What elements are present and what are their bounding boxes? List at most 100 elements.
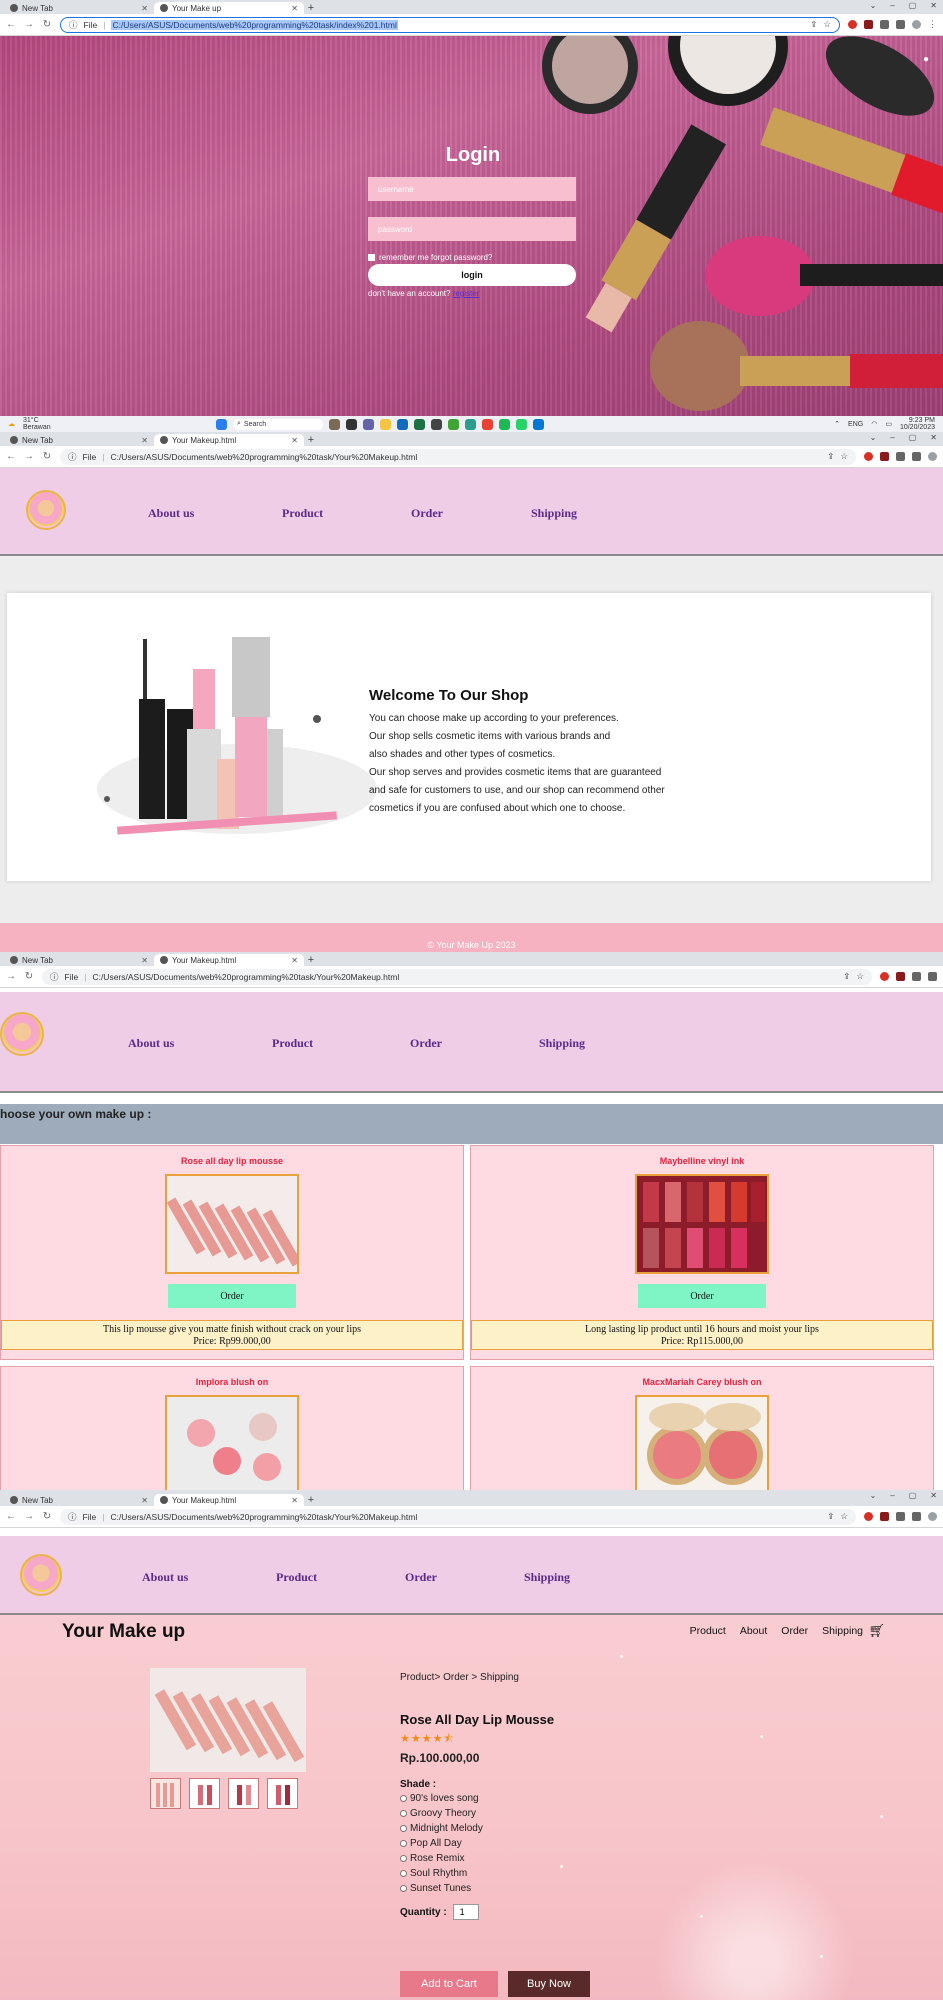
radio-button[interactable] bbox=[400, 1840, 407, 1847]
topnav-shipping[interactable]: Shipping bbox=[822, 1625, 863, 1637]
new-tab-button[interactable]: + bbox=[304, 434, 318, 446]
sidepanel-icon[interactable] bbox=[928, 972, 937, 981]
app-icon[interactable] bbox=[431, 418, 442, 430]
url-field[interactable]: ⓘ File | C:/Users/ASUS/Documents/web%20p… bbox=[60, 448, 856, 465]
reload-icon[interactable]: ↻ bbox=[24, 971, 34, 982]
back-icon[interactable]: ← bbox=[6, 1511, 16, 1522]
remember-checkbox[interactable] bbox=[368, 254, 375, 261]
folder-icon[interactable] bbox=[380, 418, 391, 430]
share-icon[interactable]: ⇪ bbox=[810, 19, 817, 30]
shield-icon[interactable] bbox=[880, 452, 889, 461]
shop-logo[interactable] bbox=[26, 490, 66, 530]
minimize-icon[interactable]: – bbox=[890, 1491, 894, 1500]
shade-option[interactable]: Soul Rhythm bbox=[400, 1866, 483, 1881]
order-button[interactable]: Order bbox=[638, 1284, 766, 1308]
shade-option[interactable]: Rose Remix bbox=[400, 1851, 483, 1866]
tab-new[interactable]: New Tab ✕ bbox=[4, 1494, 154, 1506]
shop-logo[interactable] bbox=[20, 1554, 62, 1596]
shop-logo[interactable] bbox=[0, 1012, 44, 1056]
shield-icon[interactable] bbox=[864, 20, 873, 29]
maximize-icon[interactable]: ▢ bbox=[909, 433, 917, 442]
forward-icon[interactable]: → bbox=[6, 971, 16, 982]
maximize-icon[interactable]: ▢ bbox=[909, 1, 917, 10]
minimize-icon[interactable]: – bbox=[890, 1, 894, 10]
shade-option[interactable]: Sunset Tunes bbox=[400, 1881, 483, 1896]
app-icon[interactable] bbox=[397, 418, 408, 430]
nav-about-us[interactable]: About us bbox=[142, 1570, 188, 1585]
reload-icon[interactable]: ↻ bbox=[42, 19, 52, 30]
url-field[interactable]: ⓘ File | C:/Users/ASUS/Documents/web%20p… bbox=[42, 968, 872, 985]
nav-order[interactable]: Order bbox=[410, 1036, 442, 1051]
extension-icon[interactable] bbox=[848, 20, 857, 29]
battery-icon[interactable]: ▭ bbox=[885, 420, 892, 428]
nav-about-us[interactable]: About us bbox=[128, 1036, 174, 1051]
topnav-about[interactable]: About bbox=[740, 1625, 767, 1637]
nav-product[interactable]: Product bbox=[272, 1036, 313, 1051]
shade-option[interactable]: 90's loves song bbox=[400, 1791, 483, 1806]
weather-widget[interactable]: 31°C Berawan bbox=[23, 417, 51, 431]
app-icon[interactable] bbox=[363, 418, 374, 430]
puzzle-icon[interactable] bbox=[880, 20, 889, 29]
thumbnail[interactable] bbox=[150, 1778, 181, 1809]
star-icon[interactable]: ☆ bbox=[840, 451, 848, 462]
close-icon[interactable]: ✕ bbox=[291, 4, 298, 13]
extension-icon[interactable] bbox=[880, 972, 889, 981]
close-icon[interactable]: ✕ bbox=[291, 436, 298, 445]
tab-new[interactable]: New Tab ✕ bbox=[4, 2, 154, 14]
radio-button[interactable] bbox=[400, 1810, 407, 1817]
close-icon[interactable]: ✕ bbox=[141, 4, 148, 13]
new-tab-button[interactable]: + bbox=[304, 954, 318, 966]
puzzle-icon[interactable] bbox=[896, 452, 905, 461]
excel-icon[interactable] bbox=[414, 418, 425, 430]
chevron-up-icon[interactable]: ⌃ bbox=[834, 420, 840, 428]
login-button[interactable]: login bbox=[368, 264, 576, 286]
nav-shipping[interactable]: Shipping bbox=[539, 1036, 585, 1051]
minimize-icon[interactable]: – bbox=[890, 433, 894, 442]
forward-icon[interactable]: → bbox=[24, 19, 34, 30]
thumbnail[interactable] bbox=[228, 1778, 259, 1809]
taskbar-search[interactable]: ⌕ Search bbox=[233, 418, 323, 430]
radio-button[interactable] bbox=[400, 1855, 407, 1862]
url-field[interactable]: ⓘ File | C:/Users/ASUS/Documents/web%20p… bbox=[60, 16, 840, 33]
app-icon[interactable] bbox=[346, 418, 357, 430]
sidepanel-icon[interactable] bbox=[912, 1512, 921, 1521]
sidepanel-icon[interactable] bbox=[912, 452, 921, 461]
puzzle-icon[interactable] bbox=[896, 1512, 905, 1521]
reload-icon[interactable]: ↻ bbox=[42, 1511, 52, 1522]
nav-order[interactable]: Order bbox=[405, 1570, 437, 1585]
menu-icon[interactable]: ⋮ bbox=[928, 19, 937, 30]
shield-icon[interactable] bbox=[880, 1512, 889, 1521]
app-icon[interactable] bbox=[465, 418, 476, 430]
buy-now-button[interactable]: Buy Now bbox=[508, 1971, 590, 1997]
whatsapp-icon[interactable] bbox=[516, 418, 527, 430]
radio-button[interactable] bbox=[400, 1795, 407, 1802]
tab-your-makeup[interactable]: Your Makeup.html ✕ bbox=[154, 434, 304, 446]
share-icon[interactable]: ⇪ bbox=[843, 971, 850, 982]
close-icon[interactable]: ✕ bbox=[141, 956, 148, 965]
close-icon[interactable]: ✕ bbox=[930, 1491, 937, 1500]
register-link[interactable]: register bbox=[453, 289, 480, 298]
extension-icon[interactable] bbox=[864, 452, 873, 461]
back-icon[interactable]: ← bbox=[6, 19, 16, 30]
close-icon[interactable]: ✕ bbox=[141, 436, 148, 445]
chevron-down-icon[interactable]: ⌄ bbox=[870, 1, 877, 10]
close-icon[interactable]: ✕ bbox=[141, 1496, 148, 1505]
app-icon[interactable] bbox=[448, 418, 459, 430]
order-button[interactable]: Order bbox=[168, 1284, 296, 1308]
close-icon[interactable]: ✕ bbox=[930, 433, 937, 442]
new-tab-button[interactable]: + bbox=[304, 2, 318, 14]
puzzle-icon[interactable] bbox=[912, 972, 921, 981]
star-icon[interactable]: ☆ bbox=[823, 19, 831, 30]
new-tab-button[interactable]: + bbox=[304, 1494, 318, 1506]
add-to-cart-button[interactable]: Add to Cart bbox=[400, 1971, 498, 1997]
profile-icon[interactable] bbox=[928, 452, 937, 461]
tab-your-make-up[interactable]: Your Make up ✕ bbox=[154, 2, 304, 14]
share-icon[interactable]: ⇪ bbox=[827, 1511, 834, 1522]
start-icon[interactable] bbox=[216, 418, 227, 430]
profile-icon[interactable] bbox=[912, 20, 921, 29]
close-icon[interactable]: ✕ bbox=[291, 1496, 298, 1505]
nav-shipping[interactable]: Shipping bbox=[524, 1570, 570, 1585]
radio-button[interactable] bbox=[400, 1885, 407, 1892]
nav-order[interactable]: Order bbox=[411, 506, 443, 521]
topnav-product[interactable]: Product bbox=[690, 1625, 726, 1637]
